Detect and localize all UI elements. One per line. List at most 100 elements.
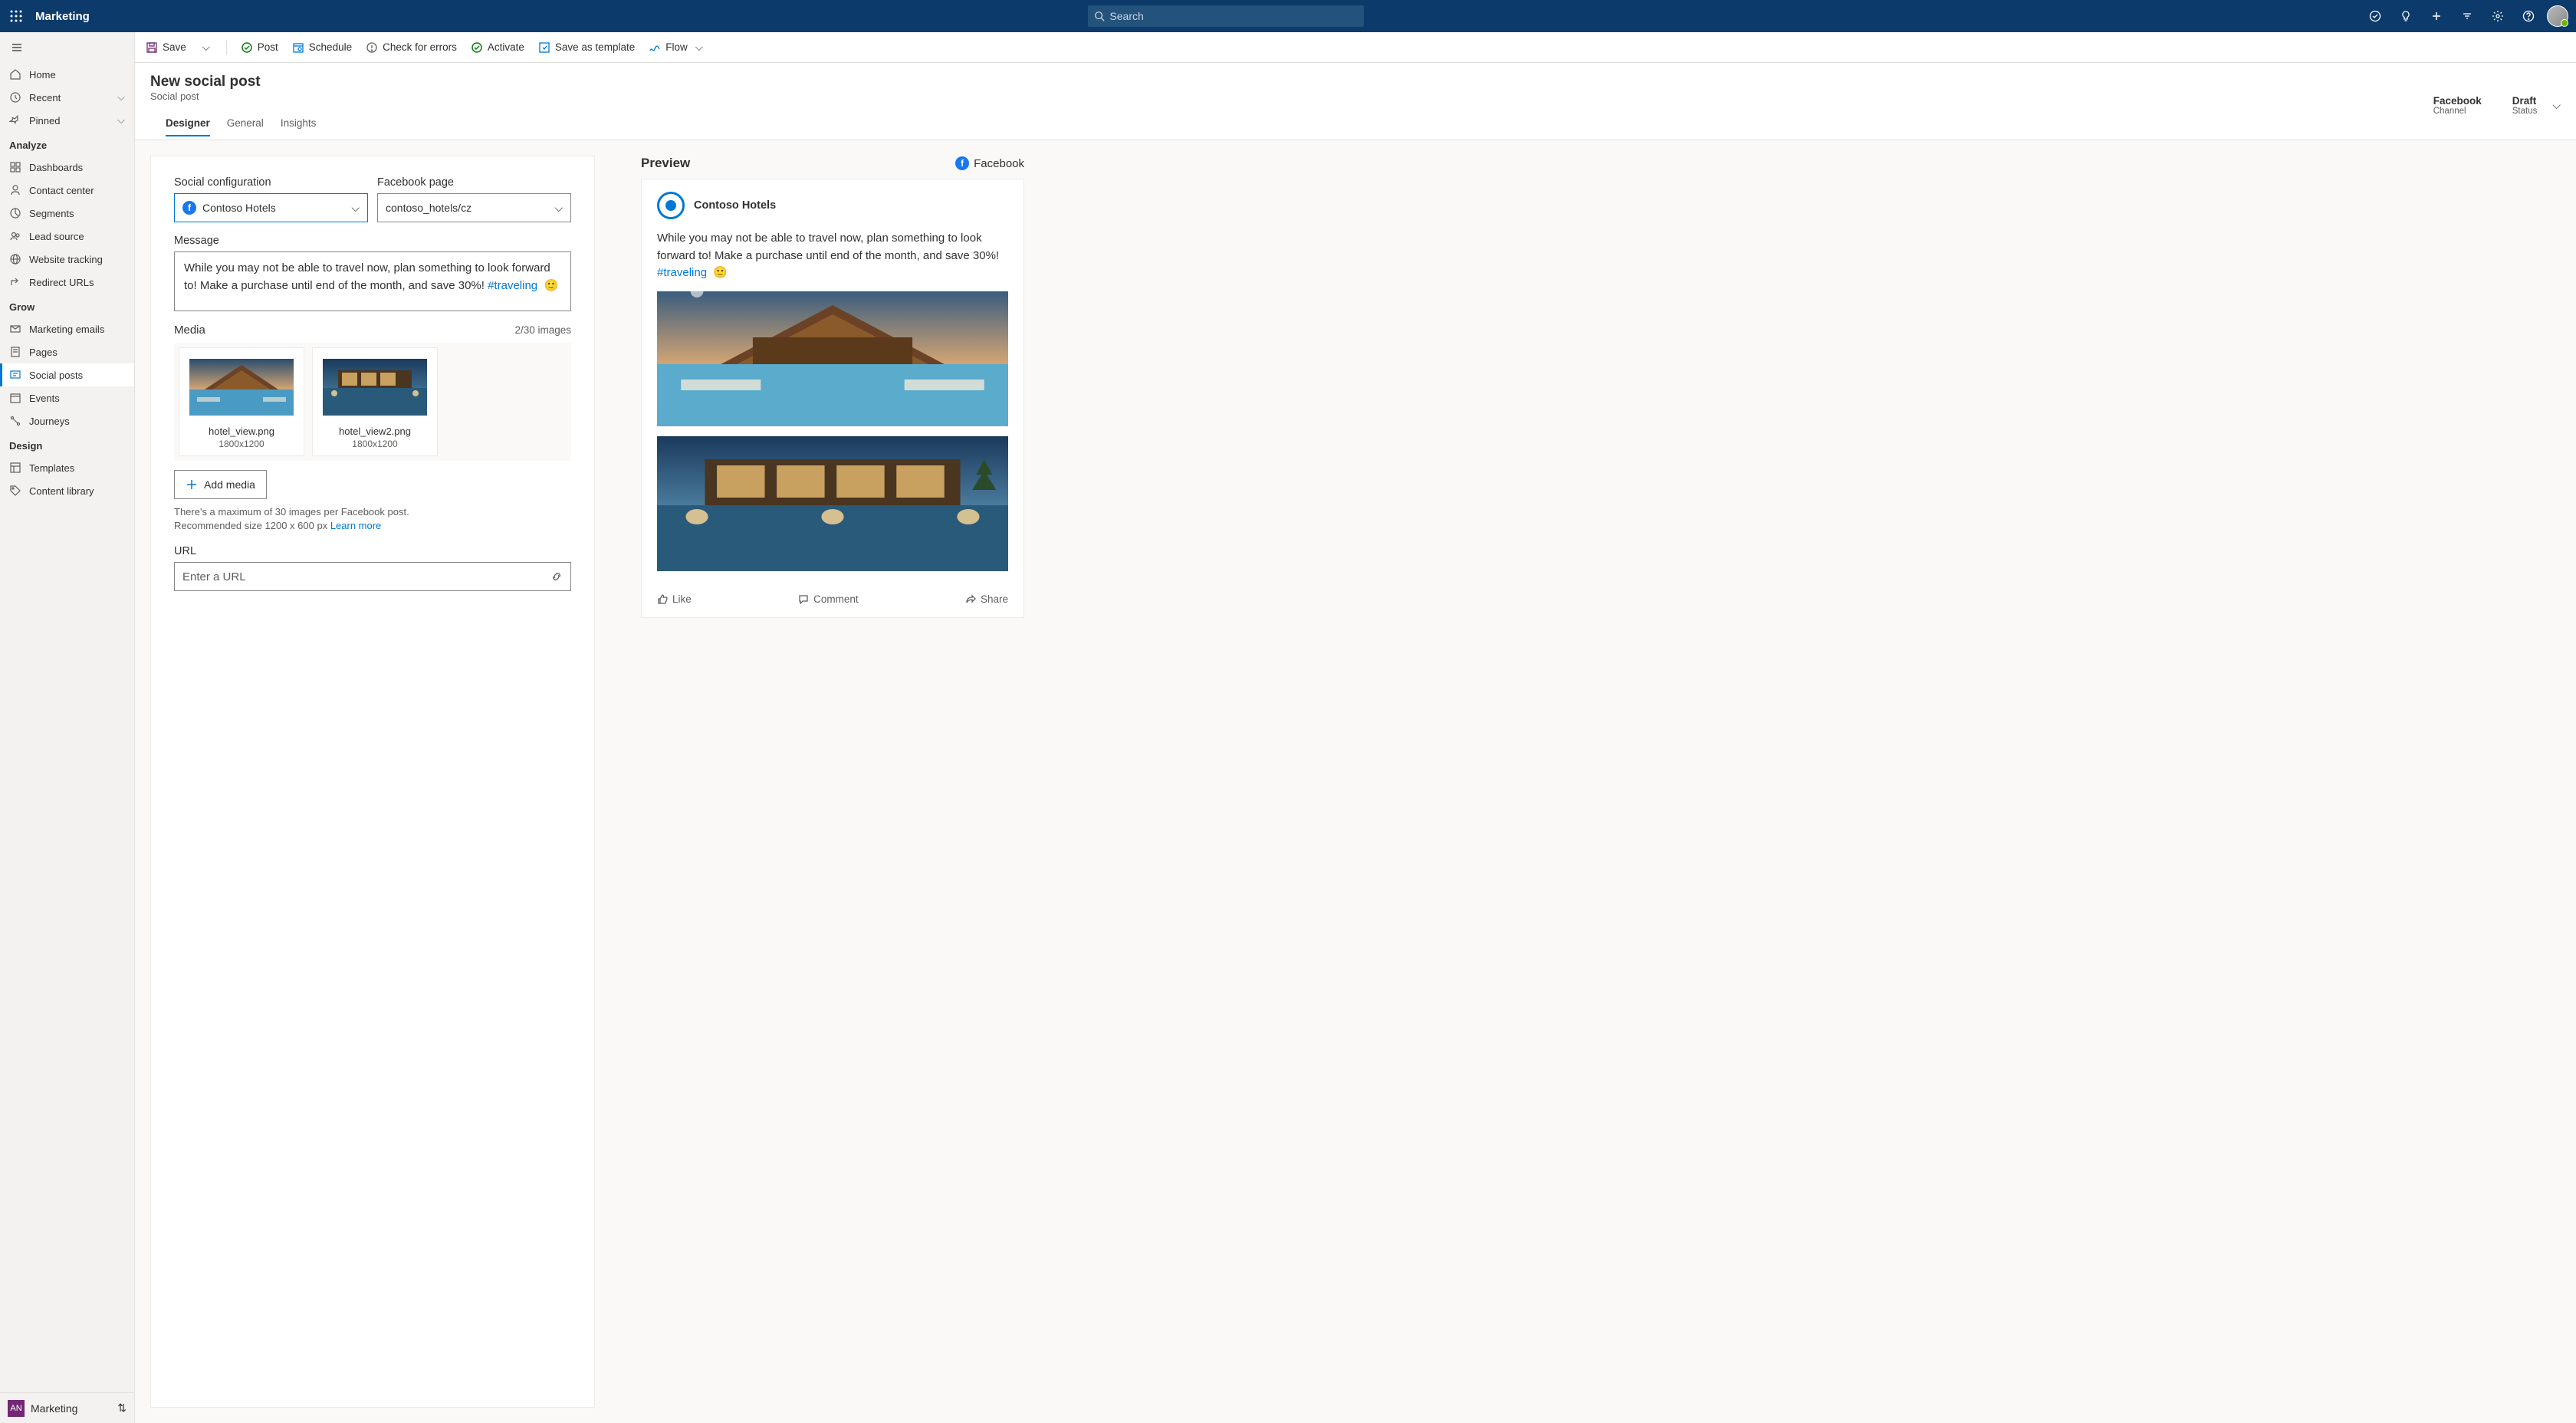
designer-form: Social configuration f Contoso Hotels ⌵ … [150,156,595,1408]
sidebar-item-website-tracking[interactable]: Website tracking [0,248,134,271]
globe-icon [9,253,21,265]
sidebar-footer[interactable]: AN Marketing ⇅ [0,1392,134,1423]
header-channel: Facebook Channel [2433,95,2482,116]
media-filename: hotel_view2.png [320,426,429,437]
main-content: Save ⌵ Post Schedule Check for errors Ac… [135,32,2576,1423]
facebook-icon: f [955,156,969,170]
check-circle-icon [471,41,483,54]
sidebar-item-redirect-urls[interactable]: Redirect URLs [0,271,134,294]
search-icon [1094,11,1105,21]
message-input[interactable]: While you may not be able to travel now,… [174,251,571,311]
chevron-updown-icon: ⇅ [117,1402,127,1415]
sidebar-item-dashboards[interactable]: Dashboards [0,156,134,179]
learn-more-link[interactable]: Learn more [330,520,381,531]
preview-body: While you may not be able to travel now,… [657,230,1008,282]
schedule-icon [292,41,304,54]
social-config-select[interactable]: f Contoso Hotels ⌵ [174,193,368,222]
calendar-icon [9,392,21,404]
app-launcher-icon[interactable] [0,10,32,22]
fb-page-select[interactable]: contoso_hotels/cz ⌵ [377,193,571,222]
flow-button[interactable]: Flow⌵ [649,41,703,54]
tab-designer[interactable]: Designer [166,110,210,136]
save-button[interactable]: Save [146,41,186,54]
preview-image [657,291,1008,426]
media-filename: hotel_view.png [187,426,296,437]
sidebar-item-home[interactable]: Home [0,63,134,86]
template-save-icon [538,41,550,54]
sidebar-item-social-posts[interactable]: Social posts [0,363,134,386]
sidebar-label: Pinned [29,115,60,127]
sidebar-item-contact-center[interactable]: Contact center [0,179,134,202]
like-button[interactable]: Like [657,593,692,605]
sidebar-item-events[interactable]: Events [0,386,134,409]
message-label: Message [174,235,571,247]
task-icon[interactable] [2363,4,2387,28]
filter-icon[interactable] [2455,4,2479,28]
search-input[interactable] [1109,10,1358,22]
url-input[interactable] [182,570,550,583]
sidebar-item-content-library[interactable]: Content library [0,479,134,502]
plus-icon [186,478,198,491]
sidebar-item-lead-source[interactable]: Lead source [0,225,134,248]
tab-general[interactable]: General [227,110,264,136]
sidebar-label: Redirect URLs [29,277,94,288]
tab-insights[interactable]: Insights [281,110,317,136]
comment-button[interactable]: Comment [798,593,859,605]
help-icon[interactable] [2516,4,2541,28]
sidebar-toggle[interactable] [0,32,134,63]
settings-icon[interactable] [2486,4,2510,28]
sidebar-item-journeys[interactable]: Journeys [0,409,134,432]
chevron-down-icon: ⌵ [117,91,125,104]
pin-icon [9,114,21,127]
share-button[interactable]: Share [965,593,1008,605]
global-search[interactable] [1088,5,1364,27]
preview-channel: f Facebook [955,156,1024,170]
header-status: Draft Status [2512,95,2538,116]
sidebar-section-analyze: Analyze [0,132,134,156]
schedule-button[interactable]: Schedule [292,41,352,54]
post-button[interactable]: Post [241,41,278,54]
save-dropdown[interactable]: ⌵ [200,41,212,54]
sidebar-item-segments[interactable]: Segments [0,202,134,225]
social-icon [9,369,21,381]
author-avatar [657,192,685,219]
sidebar-item-pinned[interactable]: Pinned ⌵ [0,109,134,132]
smile-emoji-icon: 🙂 [540,279,558,292]
page-icon [9,346,21,358]
tag-icon [9,485,21,497]
chevron-down-icon: ⌵ [200,41,212,54]
facebook-icon: f [182,201,196,215]
user-avatar[interactable] [2547,5,2568,27]
header-expand[interactable]: ⌵ [2552,99,2561,112]
share-icon [965,593,976,604]
lightbulb-icon[interactable] [2394,4,2418,28]
save-as-template-button[interactable]: Save as template [538,41,635,54]
sidebar-item-templates[interactable]: Templates [0,456,134,479]
url-field[interactable] [174,562,571,591]
chevron-down-icon: ⌵ [117,114,125,127]
dashboard-icon [9,161,21,173]
social-config-label: Social configuration [174,176,368,189]
check-circle-icon [241,41,253,54]
add-icon[interactable] [2424,4,2449,28]
page-title: New social post [150,74,331,90]
preview-image [657,436,1008,571]
add-media-button[interactable]: Add media [174,470,267,499]
chevron-down-icon: ⌵ [554,202,563,215]
media-list: hotel_view.png 1800x1200 hotel_view2.png… [174,343,571,461]
chevron-down-icon: ⌵ [695,41,703,54]
preview-card: Contoso Hotels While you may not be able… [641,179,1024,618]
media-item[interactable]: hotel_view.png 1800x1200 [179,347,304,456]
like-icon [657,593,668,604]
check-errors-button[interactable]: Check for errors [366,41,457,54]
page-header: New social post Social post Designer Gen… [135,63,2576,140]
media-item[interactable]: hotel_view2.png 1800x1200 [312,347,438,456]
sidebar-item-pages[interactable]: Pages [0,340,134,363]
sidebar-label: Contact center [29,185,94,196]
sidebar-item-marketing-emails[interactable]: Marketing emails [0,317,134,340]
preview-panel: Preview f Facebook Contoso Hotels While … [641,156,1024,1408]
sidebar-label: Recent [29,92,61,104]
activate-button[interactable]: Activate [471,41,524,54]
sidebar-item-recent[interactable]: Recent ⌵ [0,86,134,109]
media-thumbnail [189,359,294,416]
